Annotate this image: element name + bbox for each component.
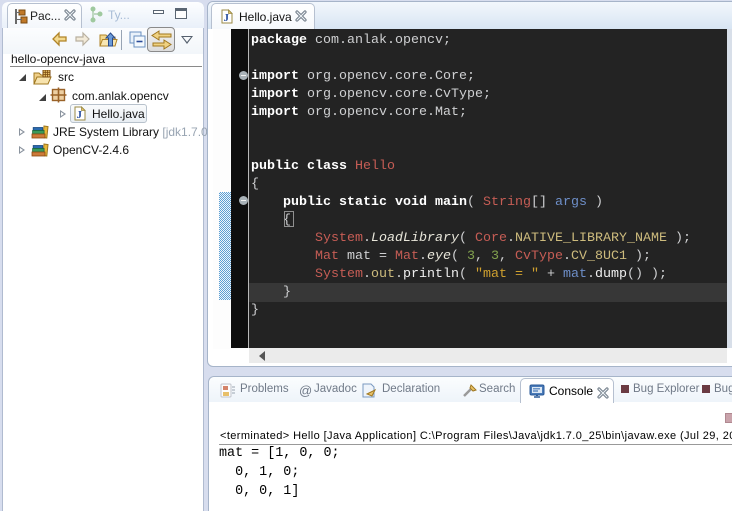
svg-text:J: J [224, 12, 230, 24]
svg-text:J: J [77, 109, 83, 121]
